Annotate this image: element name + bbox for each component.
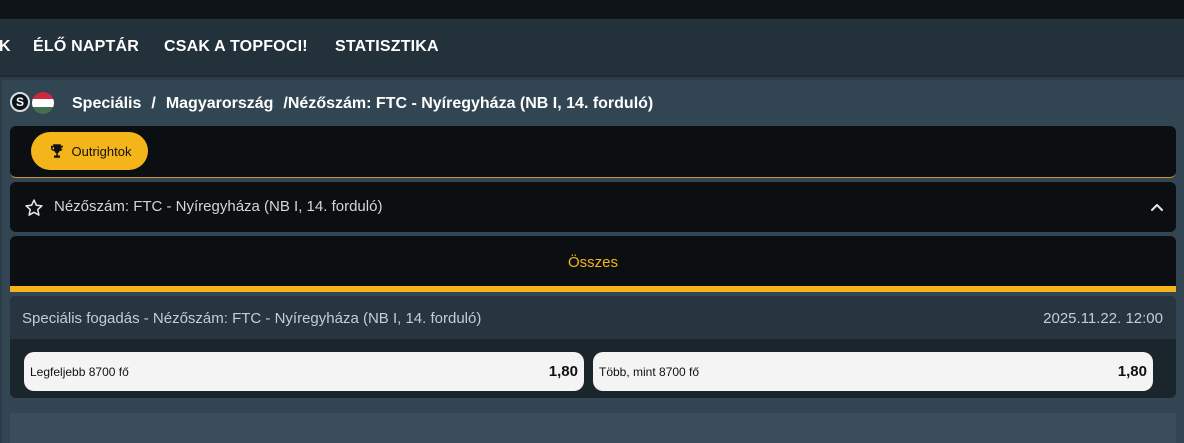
nav-item-partial[interactable]: K	[0, 19, 11, 75]
outright-label: Outrightok	[71, 143, 132, 159]
tab-all[interactable]: Összes	[10, 236, 1176, 287]
breadcrumb-text: Speciális / Magyarország/Nézőszám: FTC - N…	[72, 95, 653, 113]
top-strip	[0, 0, 1184, 19]
hungary-flag-icon	[32, 92, 54, 114]
breadcrumb-event: /Nézőszám: FTC - Nyíregyháza (NB I, 14. …	[283, 95, 654, 112]
odd-button-under[interactable]: Legfeljebb 8700 fő 1,80	[24, 352, 584, 391]
main-nav: K ÉLŐ NAPTÁR CSAK A TOPFOCI! STATISZTIKA	[0, 19, 1184, 75]
odd-label: Legfeljebb 8700 fő	[30, 365, 129, 379]
nav-divider	[0, 75, 1184, 77]
breadcrumb-hungary[interactable]: Magyarország	[166, 95, 274, 112]
odd-button-over[interactable]: Több, mint 8700 fő 1,80	[593, 352, 1153, 391]
breadcrumb-icons: S	[8, 90, 56, 118]
odd-value: 1,80	[1117, 363, 1147, 380]
outright-button[interactable]: Outrightok	[31, 132, 148, 170]
event-title: Nézőszám: FTC - Nyíregyháza (NB I, 14. f…	[54, 198, 383, 215]
nav-item-statistics[interactable]: STATISZTIKA	[335, 19, 439, 75]
odd-value: 1,80	[548, 363, 578, 380]
nav-item-live-calendar[interactable]: ÉLŐ NAPTÁR	[33, 19, 139, 75]
special-sport-icon: S	[10, 92, 30, 112]
market-tabs: Összes	[10, 236, 1176, 287]
trophy-icon	[50, 144, 63, 158]
chevron-up-icon[interactable]	[1150, 201, 1164, 213]
market-datetime: 2025.11.22. 12:00	[1043, 310, 1163, 327]
event-header: Nézőszám: FTC - Nyíregyháza (NB I, 14. f…	[10, 182, 1176, 232]
market-header: Speciális fogadás - Nézőszám: FTC - Nyír…	[10, 296, 1176, 339]
odd-label: Több, mint 8700 fő	[599, 365, 700, 379]
breadcrumb-special[interactable]: Speciális	[72, 95, 141, 112]
nav-item-top-football[interactable]: CSAK A TOPFOCI!	[164, 19, 308, 75]
market-card: Speciális fogadás - Nézőszám: FTC - Nyír…	[10, 296, 1176, 398]
breadcrumb: S Speciális / Magyarország/Nézőszám: FTC -…	[8, 90, 653, 118]
market-title: Speciális fogadás - Nézőszám: FTC - Nyír…	[22, 310, 482, 327]
tab-active-indicator	[10, 286, 1176, 292]
outright-panel: Outrightok	[10, 126, 1176, 178]
breadcrumb-separator: /	[151, 95, 156, 112]
star-icon[interactable]	[24, 198, 44, 218]
next-section-placeholder	[10, 413, 1176, 443]
